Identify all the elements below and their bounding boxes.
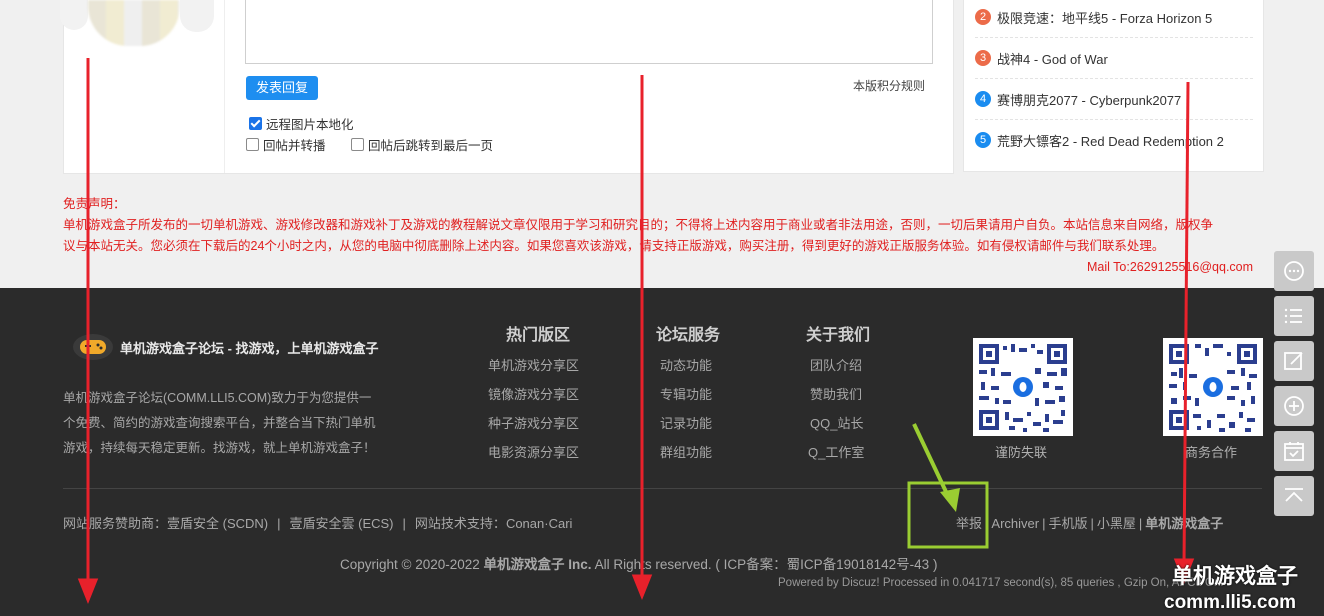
back-to-top-button[interactable]: [1274, 476, 1314, 516]
add-button[interactable]: [1274, 386, 1314, 426]
chat-button[interactable]: [1274, 251, 1314, 291]
plus-circle-icon: [1284, 396, 1304, 416]
chat-icon: [1284, 261, 1304, 281]
list-icon: [1284, 308, 1302, 324]
arrow-up-icon: [1285, 488, 1303, 502]
list-button[interactable]: [1274, 296, 1314, 336]
watermark-cn: 单机游戏盒子: [1172, 565, 1298, 588]
edit-icon: [1284, 352, 1303, 370]
red-arrow-head: [77, 578, 99, 605]
calendar-check-icon: [1284, 442, 1304, 461]
green-annotation: [907, 423, 989, 549]
annotation-overlay: [77, 58, 1195, 605]
checkin-button[interactable]: [1274, 431, 1314, 471]
watermark-url: comm.lli5.com: [1164, 592, 1296, 613]
edit-button[interactable]: [1274, 341, 1314, 381]
red-arrow-head: [631, 574, 653, 601]
red-arrow-line: [1182, 81, 1190, 566]
